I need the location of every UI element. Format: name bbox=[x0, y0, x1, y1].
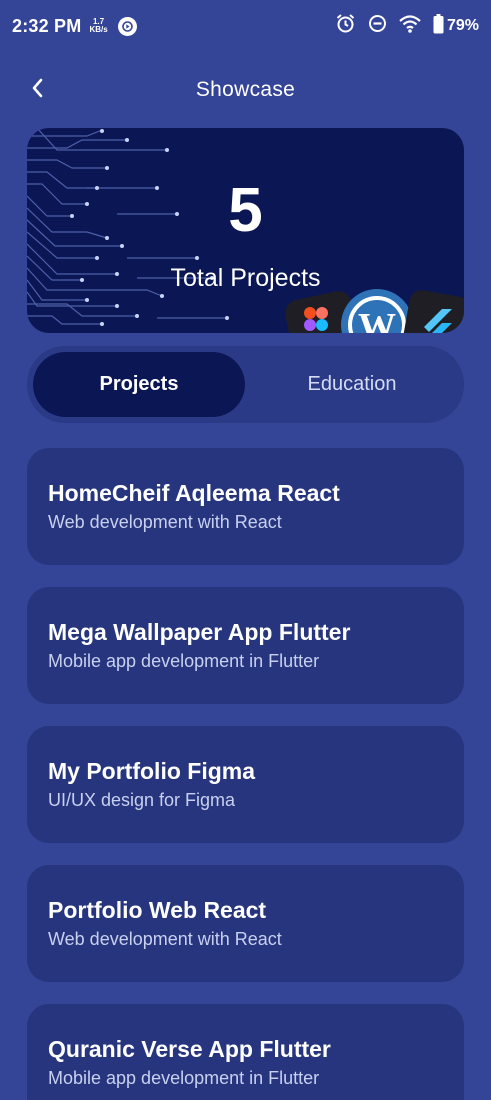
project-title: HomeCheif Aqleema React bbox=[48, 480, 340, 506]
project-title: Mega Wallpaper App Flutter bbox=[48, 619, 351, 645]
status-right: 79% bbox=[335, 13, 479, 39]
status-time: 2:32 PM bbox=[12, 15, 82, 36]
battery-status: 79% bbox=[433, 13, 479, 39]
project-description: Mobile app development in Flutter bbox=[48, 651, 320, 671]
wifi-icon bbox=[399, 14, 421, 38]
project-description: Web development with React bbox=[48, 929, 282, 949]
project-title: Quranic Verse App Flutter bbox=[48, 1036, 331, 1062]
project-card[interactable]: Portfolio Web React Web development with… bbox=[27, 865, 464, 982]
status-bar: 2:32 PM 1.7 KB/s 79% bbox=[0, 0, 491, 52]
page-title: Showcase bbox=[195, 78, 296, 101]
project-description: Web development with React bbox=[48, 512, 282, 532]
project-title: Portfolio Web React bbox=[48, 897, 267, 923]
network-speed: 1.7 KB/s bbox=[89, 18, 107, 34]
network-speed-unit: KB/s bbox=[89, 25, 108, 34]
tab-projects[interactable]: Projects bbox=[33, 352, 245, 417]
tech-icons-group: W bbox=[285, 289, 464, 333]
battery-percent: 79% bbox=[446, 17, 479, 34]
project-card[interactable]: HomeCheif Aqleema React Web development … bbox=[27, 448, 464, 565]
battery-icon bbox=[433, 13, 444, 39]
project-card[interactable]: My Portfolio Figma UI/UX design for Figm… bbox=[27, 726, 464, 843]
back-button[interactable] bbox=[22, 74, 54, 106]
total-projects-count: 5 bbox=[228, 176, 263, 245]
project-description: UI/UX design for Figma bbox=[48, 790, 236, 810]
showcase-tabs: Projects Education bbox=[27, 346, 464, 423]
project-title: My Portfolio Figma bbox=[48, 758, 255, 784]
flutter-icon bbox=[403, 290, 464, 333]
project-description: Mobile app development in Flutter bbox=[48, 1068, 320, 1088]
app-bar: Showcase bbox=[0, 62, 491, 118]
project-card[interactable]: Mega Wallpaper App Flutter Mobile app de… bbox=[27, 587, 464, 704]
alarm-icon bbox=[335, 13, 356, 39]
do-not-disturb-icon bbox=[368, 14, 387, 38]
wordpress-icon: W bbox=[341, 289, 413, 333]
project-card[interactable]: Quranic Verse App Flutter Mobile app dev… bbox=[27, 1004, 464, 1100]
tab-education[interactable]: Education bbox=[246, 352, 458, 417]
status-left: 2:32 PM 1.7 KB/s bbox=[12, 16, 137, 37]
back-arrow-icon bbox=[30, 77, 46, 104]
svg-text:W: W bbox=[358, 306, 396, 333]
play-circle-icon bbox=[117, 16, 137, 36]
total-projects-card: 5 Total Projects W bbox=[27, 128, 464, 333]
